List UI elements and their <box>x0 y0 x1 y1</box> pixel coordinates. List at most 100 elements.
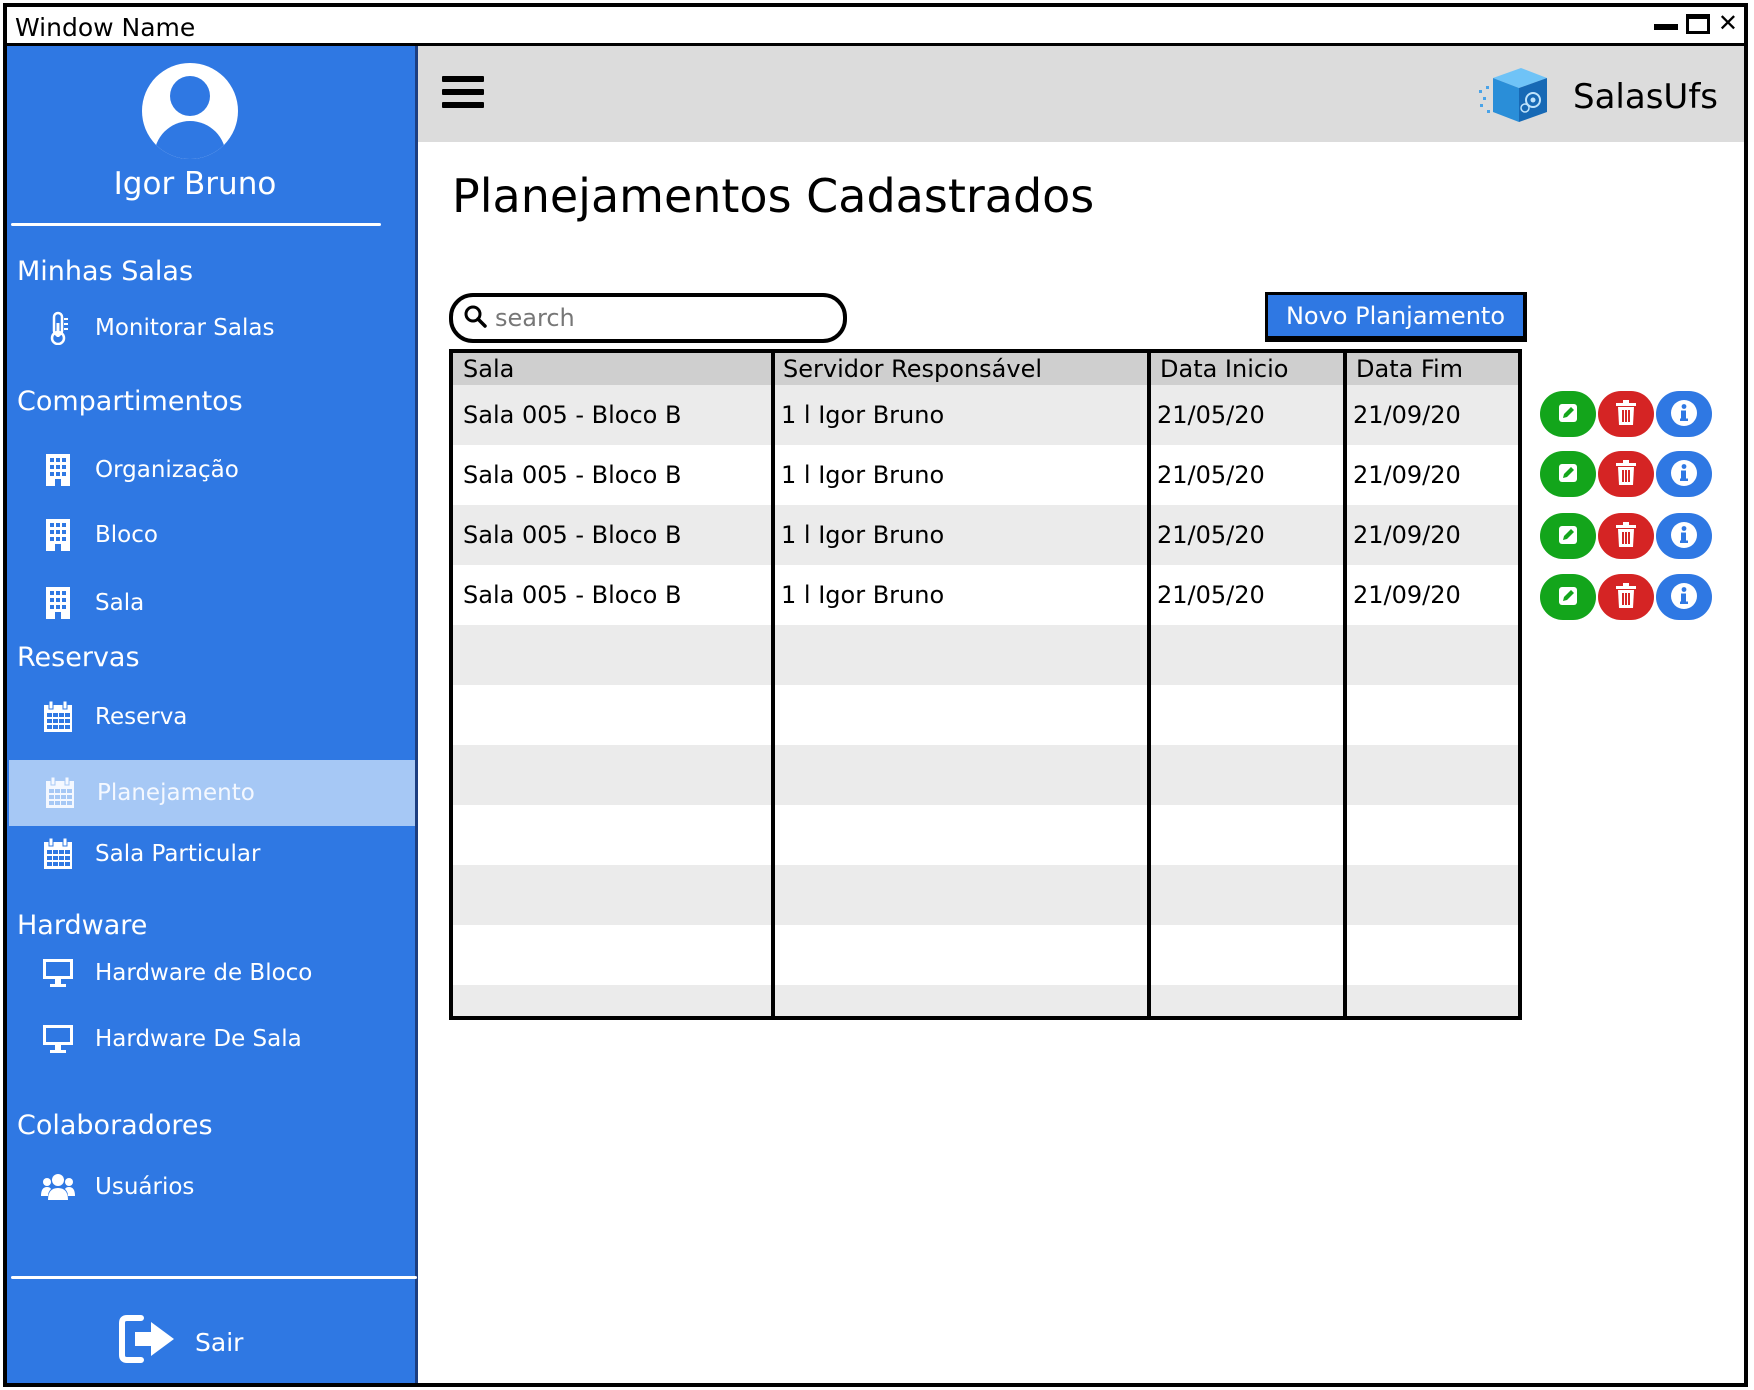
title-bar: Window Name ✕ <box>7 7 1744 46</box>
table-row[interactable]: Sala 005 - Bloco B 1 l Igor Bruno 21/05/… <box>453 565 1518 625</box>
minimize-icon[interactable] <box>1653 24 1678 30</box>
column-header-data-inicio[interactable]: Data Inicio <box>1160 353 1288 385</box>
info-button[interactable] <box>1656 574 1712 620</box>
table-row[interactable]: Sala 005 - Bloco B 1 l Igor Bruno 21/05/… <box>453 385 1518 445</box>
window-title: Window Name <box>15 13 196 42</box>
logout-icon <box>119 1314 177 1370</box>
cell-sala: Sala 005 - Bloco B <box>463 461 682 489</box>
brand-name: SalasUfs <box>1573 77 1718 117</box>
column-header-data-fim[interactable]: Data Fim <box>1356 353 1463 385</box>
users-icon <box>41 1170 75 1204</box>
info-button[interactable] <box>1656 513 1712 559</box>
table-header: Sala Servidor Responsável Data Inicio Da… <box>453 353 1518 385</box>
info-icon <box>1669 458 1699 491</box>
hamburger-icon[interactable] <box>442 76 484 115</box>
sidebar-item-label: Usuários <box>95 1174 195 1200</box>
column-header-servidor[interactable]: Servidor Responsável <box>783 353 1042 385</box>
cell-data-inicio: 21/05/20 <box>1157 461 1265 489</box>
table-row-empty <box>453 625 1518 685</box>
close-icon[interactable]: ✕ <box>1718 11 1738 35</box>
edit-icon <box>1556 584 1580 611</box>
info-icon <box>1669 581 1699 614</box>
trash-icon <box>1614 399 1638 429</box>
calendar-icon <box>41 837 75 871</box>
cell-sala: Sala 005 - Bloco B <box>463 401 682 429</box>
sidebar-item-label: Organização <box>95 457 239 483</box>
cell-data-inicio: 21/05/20 <box>1157 401 1265 429</box>
trash-icon <box>1614 521 1638 551</box>
cell-servidor: 1 l Igor Bruno <box>781 461 945 489</box>
cell-data-inicio: 21/05/20 <box>1157 521 1265 549</box>
sidebar-item-label: Monitorar Salas <box>95 315 275 341</box>
building-icon <box>41 453 75 487</box>
plans-table: Sala Servidor Responsável Data Inicio Da… <box>449 349 1522 1020</box>
sidebar-item-label: Reserva <box>95 704 188 730</box>
cube-logo-icon <box>1477 64 1551 130</box>
edit-button[interactable] <box>1540 391 1596 437</box>
sidebar-item-usuarios[interactable]: Usuários <box>7 1154 415 1220</box>
table-row-empty <box>453 745 1518 805</box>
calendar-icon <box>43 776 77 810</box>
page-title: Planejamentos Cadastrados <box>452 169 1095 223</box>
search-field[interactable] <box>495 304 795 332</box>
monitor-icon <box>41 956 75 990</box>
info-icon <box>1669 520 1699 553</box>
sidebar-divider <box>11 1276 417 1279</box>
sidebar-item-label: Sala <box>95 590 145 616</box>
delete-button[interactable] <box>1598 451 1654 497</box>
section-compartimentos: Compartimentos <box>17 386 243 417</box>
table-row-empty <box>453 805 1518 865</box>
sidebar-item-sala[interactable]: Sala <box>7 570 415 636</box>
edit-button[interactable] <box>1540 513 1596 559</box>
sidebar-item-organizacao[interactable]: Organização <box>7 437 415 503</box>
cell-servidor: 1 l Igor Bruno <box>781 401 945 429</box>
info-button[interactable] <box>1656 451 1712 497</box>
thermometer-icon <box>41 311 75 345</box>
delete-button[interactable] <box>1598 513 1654 559</box>
info-icon <box>1669 398 1699 431</box>
info-button[interactable] <box>1656 391 1712 437</box>
column-header-sala[interactable]: Sala <box>463 353 514 385</box>
sidebar-divider <box>11 223 381 226</box>
sidebar-item-hardware-de-sala[interactable]: Hardware De Sala <box>7 1006 415 1072</box>
column-divider <box>771 353 775 1016</box>
table-row-empty <box>453 925 1518 985</box>
monitor-icon <box>41 1022 75 1056</box>
delete-button[interactable] <box>1598 391 1654 437</box>
sidebar-item-sala-particular[interactable]: Sala Particular <box>7 821 415 887</box>
edit-button[interactable] <box>1540 574 1596 620</box>
edit-icon <box>1556 461 1580 488</box>
table-row[interactable]: Sala 005 - Bloco B 1 l Igor Bruno 21/05/… <box>453 505 1518 565</box>
sidebar-item-label: Sala Particular <box>95 841 261 867</box>
edit-icon <box>1556 401 1580 428</box>
row-actions <box>1540 574 1712 620</box>
calendar-icon <box>41 700 75 734</box>
maximize-icon[interactable] <box>1685 14 1710 34</box>
edit-button[interactable] <box>1540 451 1596 497</box>
sidebar-item-bloco[interactable]: Bloco <box>7 502 415 568</box>
sidebar-item-monitorar-salas[interactable]: Monitorar Salas <box>7 295 415 361</box>
row-actions <box>1540 391 1712 437</box>
search-icon <box>463 304 487 332</box>
search-input[interactable] <box>449 293 847 343</box>
sidebar-item-planejamento[interactable]: Planejamento <box>9 760 415 826</box>
cell-data-fim: 21/09/20 <box>1353 461 1461 489</box>
cell-servidor: 1 l Igor Bruno <box>781 581 945 609</box>
brand: SalasUfs <box>1477 64 1718 130</box>
logout-button[interactable]: Sair <box>119 1314 243 1370</box>
cell-data-fim: 21/09/20 <box>1353 521 1461 549</box>
sidebar-item-label: Hardware de Bloco <box>95 960 313 986</box>
sidebar-item-label: Planejamento <box>97 780 255 806</box>
sidebar-item-reserva[interactable]: Reserva <box>7 684 415 750</box>
section-hardware: Hardware <box>17 910 148 941</box>
delete-button[interactable] <box>1598 574 1654 620</box>
table-row[interactable]: Sala 005 - Bloco B 1 l Igor Bruno 21/05/… <box>453 445 1518 505</box>
cell-sala: Sala 005 - Bloco B <box>463 521 682 549</box>
sidebar-item-label: Hardware De Sala <box>95 1026 302 1052</box>
user-name: Igor Bruno <box>113 166 277 202</box>
logout-label: Sair <box>195 1327 244 1357</box>
new-planning-button[interactable]: Novo Planjamento <box>1265 292 1527 342</box>
sidebar-item-hardware-de-bloco[interactable]: Hardware de Bloco <box>7 940 415 1006</box>
building-icon <box>41 518 75 552</box>
sidebar-item-label: Bloco <box>95 522 158 548</box>
